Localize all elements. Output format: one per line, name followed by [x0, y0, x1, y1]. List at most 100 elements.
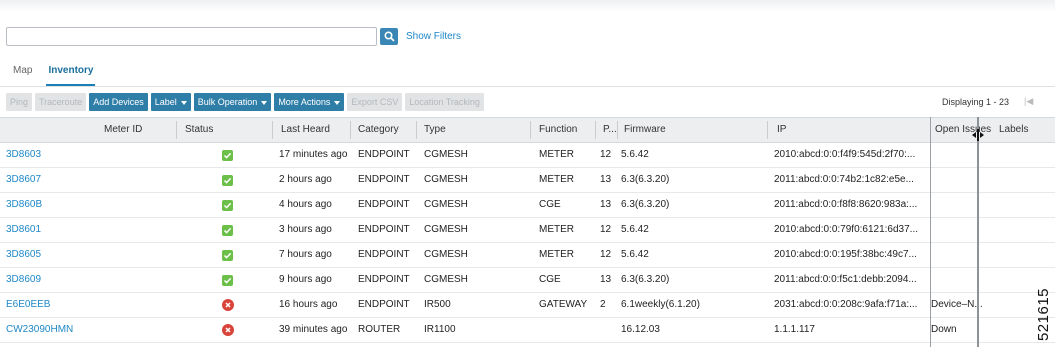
- type-cell: CGMESH: [424, 274, 468, 285]
- device-name-link[interactable]: 3D8607: [6, 168, 41, 192]
- function-cell: CGE: [539, 274, 561, 285]
- p-cell: 12: [600, 149, 612, 160]
- ip-cell: 2011:abcd:0:0:f8f8:8620:983a:...: [774, 199, 918, 210]
- view-tabs: Map Inventory: [0, 58, 96, 86]
- col-header-labels[interactable]: Labels: [999, 118, 1028, 142]
- last-heard-cell: 9 hours ago: [279, 274, 332, 285]
- column-resize-guide[interactable]: [977, 117, 979, 347]
- bulk-operation-dropdown[interactable]: Bulk Operation: [193, 93, 272, 111]
- tab-inventory[interactable]: Inventory: [46, 58, 96, 86]
- tab-map[interactable]: Map: [13, 58, 32, 86]
- last-heard-cell: 39 minutes ago: [279, 324, 348, 335]
- add-devices-button[interactable]: Add Devices: [89, 93, 148, 111]
- table-row[interactable]: 3D860B 4 hours ago ENDPOINT CGMESH CGE 1…: [0, 193, 1055, 218]
- inventory-table: Meter ID Status Last Heard Category Type…: [0, 117, 1055, 343]
- last-heard-cell: 2 hours ago: [279, 174, 332, 185]
- table-row[interactable]: 3D8603 17 minutes ago ENDPOINT CGMESH ME…: [0, 143, 1055, 168]
- ip-cell: 2010:abcd:0:0:f4f9:545d:2f70:...: [774, 149, 916, 160]
- type-cell: CGMESH: [424, 149, 468, 160]
- ip-cell: 1.1.1.117: [774, 324, 815, 335]
- col-header-ip[interactable]: IP: [777, 118, 786, 142]
- device-name-link[interactable]: 3D8601: [6, 218, 41, 242]
- top-bar-fade: [0, 0, 1055, 12]
- type-cell: IR1100: [424, 324, 456, 335]
- status-ok-icon: [222, 250, 233, 261]
- table-row[interactable]: E6E0EEB 16 hours ago ENDPOINT IR500 GATE…: [0, 293, 1055, 318]
- status-error-icon: [222, 324, 234, 336]
- ip-cell: 2010:abcd:0:0:195f:38bc:49c7...: [774, 249, 917, 260]
- device-name-link[interactable]: 3D8609: [6, 268, 41, 292]
- device-name-link[interactable]: E6E0EEB: [6, 293, 50, 317]
- first-page-icon[interactable]: |◀: [1024, 96, 1033, 107]
- table-row[interactable]: 3D8609 9 hours ago ENDPOINT CGMESH CGE 1…: [0, 268, 1055, 293]
- device-name-link[interactable]: CW23090HMN: [6, 318, 73, 342]
- col-header-category[interactable]: Category: [358, 118, 399, 142]
- ip-cell: 2011:abcd:0:0:f5c1:debb:2094...: [774, 274, 917, 285]
- col-header-p[interactable]: P...: [603, 118, 617, 142]
- firmware-cell: 6.1weekly(6.1.20): [621, 299, 700, 310]
- type-cell: CGMESH: [424, 224, 468, 235]
- function-cell: CGE: [539, 199, 561, 210]
- export-csv-button[interactable]: Export CSV: [347, 93, 403, 111]
- col-header-last-heard[interactable]: Last Heard: [281, 118, 330, 142]
- category-cell: ENDPOINT: [358, 299, 410, 310]
- label-dropdown[interactable]: Label: [150, 93, 191, 111]
- show-filters-link[interactable]: Show Filters: [406, 31, 461, 42]
- col-header-meter-id[interactable]: Meter ID: [104, 118, 142, 142]
- last-heard-cell: 17 minutes ago: [279, 149, 348, 160]
- type-cell: CGMESH: [424, 199, 468, 210]
- caret-down-icon: [180, 100, 187, 105]
- function-cell: METER: [539, 249, 574, 260]
- col-header-firmware[interactable]: Firmware: [624, 118, 666, 142]
- last-heard-cell: 4 hours ago: [279, 199, 332, 210]
- table-row[interactable]: CW23090HMN 39 minutes ago ROUTER IR1100 …: [0, 318, 1055, 343]
- column-separator: [595, 121, 596, 139]
- search-input[interactable]: [6, 27, 377, 46]
- firmware-cell: 6.3(6.3.20): [621, 274, 670, 285]
- search-bar: Show Filters: [6, 27, 461, 46]
- table-row[interactable]: 3D8605 7 hours ago ENDPOINT CGMESH METER…: [0, 243, 1055, 268]
- ip-cell: 2011:abcd:0:0:74b2:1c82:e5e...: [774, 174, 914, 185]
- traceroute-button[interactable]: Traceroute: [35, 93, 87, 111]
- last-heard-cell: 16 hours ago: [279, 299, 338, 310]
- col-header-type[interactable]: Type: [424, 118, 446, 142]
- column-separator: [272, 121, 273, 139]
- last-heard-cell: 7 hours ago: [279, 249, 332, 260]
- ip-cell: 2010:abcd:0:0:79f0:6121:6d37...: [774, 224, 919, 235]
- column-separator: [350, 121, 351, 139]
- column-resize-cursor-icon: [972, 129, 984, 141]
- ip-cell: 2031:abcd:0:0:208c:9afa:f71a:...: [774, 299, 918, 310]
- firmware-cell: 5.6.42: [621, 249, 649, 260]
- device-name-link[interactable]: 3D8603: [6, 143, 41, 167]
- location-tracking-button[interactable]: Location Tracking: [405, 93, 484, 111]
- firmware-cell: 5.6.42: [621, 149, 649, 160]
- table-row[interactable]: 3D8601 3 hours ago ENDPOINT CGMESH METER…: [0, 218, 1055, 243]
- more-actions-dropdown[interactable]: More Actions: [274, 93, 345, 111]
- type-cell: IR500: [424, 299, 451, 310]
- p-cell: 12: [600, 224, 612, 235]
- label-dropdown-text: Label: [154, 97, 177, 107]
- category-cell: ENDPOINT: [358, 224, 410, 235]
- search-button[interactable]: [380, 28, 398, 45]
- function-cell: GATEWAY: [539, 299, 588, 310]
- figure-number-text: 521615: [1035, 287, 1053, 342]
- status-error-icon: [222, 299, 234, 311]
- caret-down-icon: [334, 100, 341, 105]
- column-separator: [617, 121, 618, 139]
- ping-button[interactable]: Ping: [6, 93, 33, 111]
- bulk-operation-text: Bulk Operation: [197, 97, 258, 107]
- col-header-function[interactable]: Function: [539, 118, 577, 142]
- tabs-divider: [0, 86, 1055, 87]
- p-cell: 13: [600, 174, 612, 185]
- status-ok-icon: [222, 275, 233, 286]
- col-header-status[interactable]: Status: [185, 118, 213, 142]
- caret-down-icon: [261, 100, 268, 105]
- firmware-cell: 16.12.03: [621, 324, 660, 335]
- device-name-link[interactable]: 3D8605: [6, 243, 41, 267]
- device-name-link[interactable]: 3D860B: [6, 193, 42, 217]
- firmware-cell: 6.3(6.3.20): [621, 199, 670, 210]
- table-row[interactable]: 3D8607 2 hours ago ENDPOINT CGMESH METER…: [0, 168, 1055, 193]
- type-cell: CGMESH: [424, 174, 468, 185]
- category-cell: ENDPOINT: [358, 199, 410, 210]
- status-ok-icon: [222, 225, 233, 236]
